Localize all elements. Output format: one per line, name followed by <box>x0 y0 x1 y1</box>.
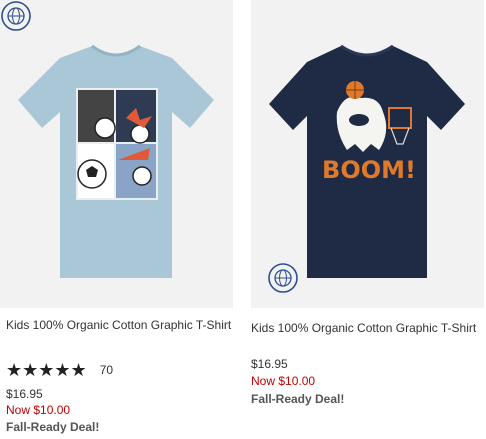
product-card[interactable]: BOOM! Kids 100% Organic Cotton Graphic T… <box>251 0 486 406</box>
rating-stars: ★★★★★ <box>6 360 87 380</box>
original-price: $16.95 <box>6 387 43 401</box>
promo-label: Fall-Ready Deal! <box>6 420 100 434</box>
sale-price: Now $10.00 <box>6 403 71 417</box>
sale-price: Now $10.00 <box>251 374 316 388</box>
product-title[interactable]: Kids 100% Organic Cotton Graphic T-Shirt <box>6 317 246 334</box>
review-count: 70 <box>99 363 114 377</box>
svg-text:BOOM!: BOOM! <box>322 156 416 184</box>
globe-icon <box>268 263 298 293</box>
star-rating[interactable]: ★★★★★ 70 <box>6 360 113 380</box>
product-card[interactable]: Kids 100% Organic Cotton Graphic T-Shirt… <box>0 0 235 434</box>
globe-icon <box>1 1 31 31</box>
product-title[interactable]: Kids 100% Organic Cotton Graphic T-Shirt <box>251 320 486 337</box>
promo-label: Fall-Ready Deal! <box>251 392 345 406</box>
product-image[interactable] <box>0 0 233 308</box>
product-image[interactable]: BOOM! <box>251 0 484 308</box>
original-price: $16.95 <box>251 357 288 371</box>
tshirt-illustration <box>18 44 214 278</box>
